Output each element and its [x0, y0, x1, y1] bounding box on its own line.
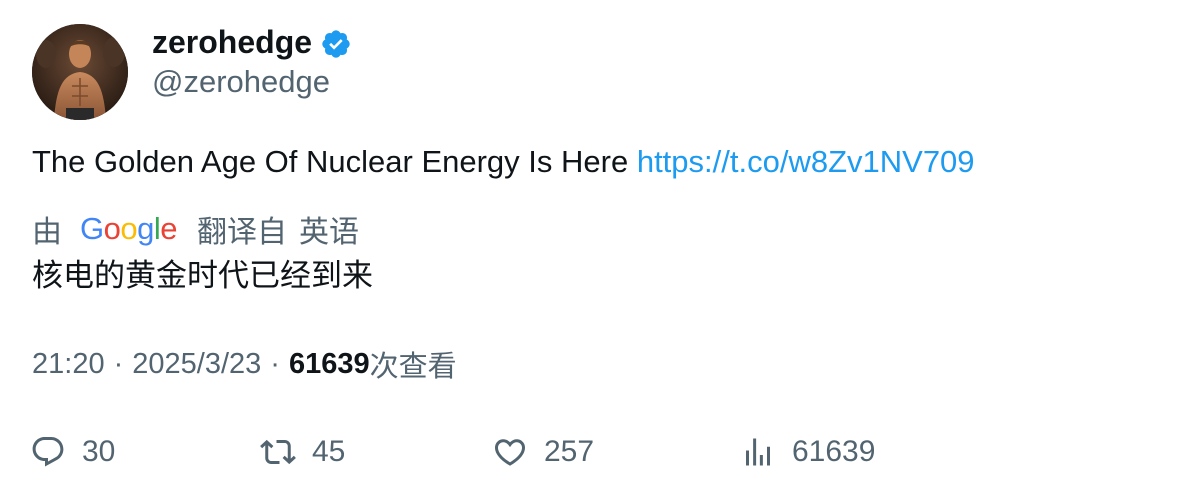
views-action-count: 61639	[792, 435, 876, 468]
reply-button[interactable]: 30	[30, 430, 115, 474]
retweet-count: 45	[312, 435, 346, 468]
retweet-icon	[260, 439, 296, 465]
action-bar: 30 45 257 61639	[0, 430, 1196, 474]
source-language: 英语	[299, 215, 360, 250]
handle[interactable]: @zerohedge	[152, 62, 330, 102]
tweet-body: The Golden Age Of Nuclear Energy Is Here	[32, 144, 629, 179]
tweet-date[interactable]: 2025/3/23	[132, 348, 261, 381]
like-icon	[494, 439, 526, 466]
avatar-image	[32, 24, 128, 120]
like-button[interactable]: 257	[492, 430, 594, 474]
translation-attribution[interactable]: 由 Google 翻译自 英语	[32, 207, 359, 251]
avatar[interactable]	[32, 24, 128, 120]
tweet-time[interactable]: 21:20	[32, 348, 105, 381]
meta-separator: ·	[113, 347, 124, 380]
views-label: 次查看	[369, 349, 457, 383]
translated-text: 核电的黄金时代已经到来	[32, 258, 373, 294]
reply-count: 30	[82, 435, 116, 468]
like-count: 257	[544, 435, 595, 468]
views-count: 61639	[288, 347, 370, 380]
translation-by-label: 由	[32, 215, 62, 250]
tweet-meta: 21:20 · 2025/3/23 · 61639 次查看	[32, 344, 457, 384]
display-name[interactable]: zerohedge	[152, 22, 312, 62]
tweet-text: The Golden Age Of Nuclear Energy Is Here…	[32, 142, 975, 182]
views-button[interactable]: 61639	[740, 430, 875, 474]
google-logo: Google	[80, 211, 178, 246]
verified-badge-icon	[322, 30, 350, 58]
reply-icon	[32, 437, 64, 467]
meta-separator: ·	[270, 347, 280, 380]
translated-from-label: 翻译自	[197, 215, 288, 250]
tweet-link[interactable]: https://t.co/w8Zv1NV709	[637, 144, 975, 179]
views-icon	[746, 438, 770, 466]
retweet-button[interactable]: 45	[260, 430, 345, 474]
